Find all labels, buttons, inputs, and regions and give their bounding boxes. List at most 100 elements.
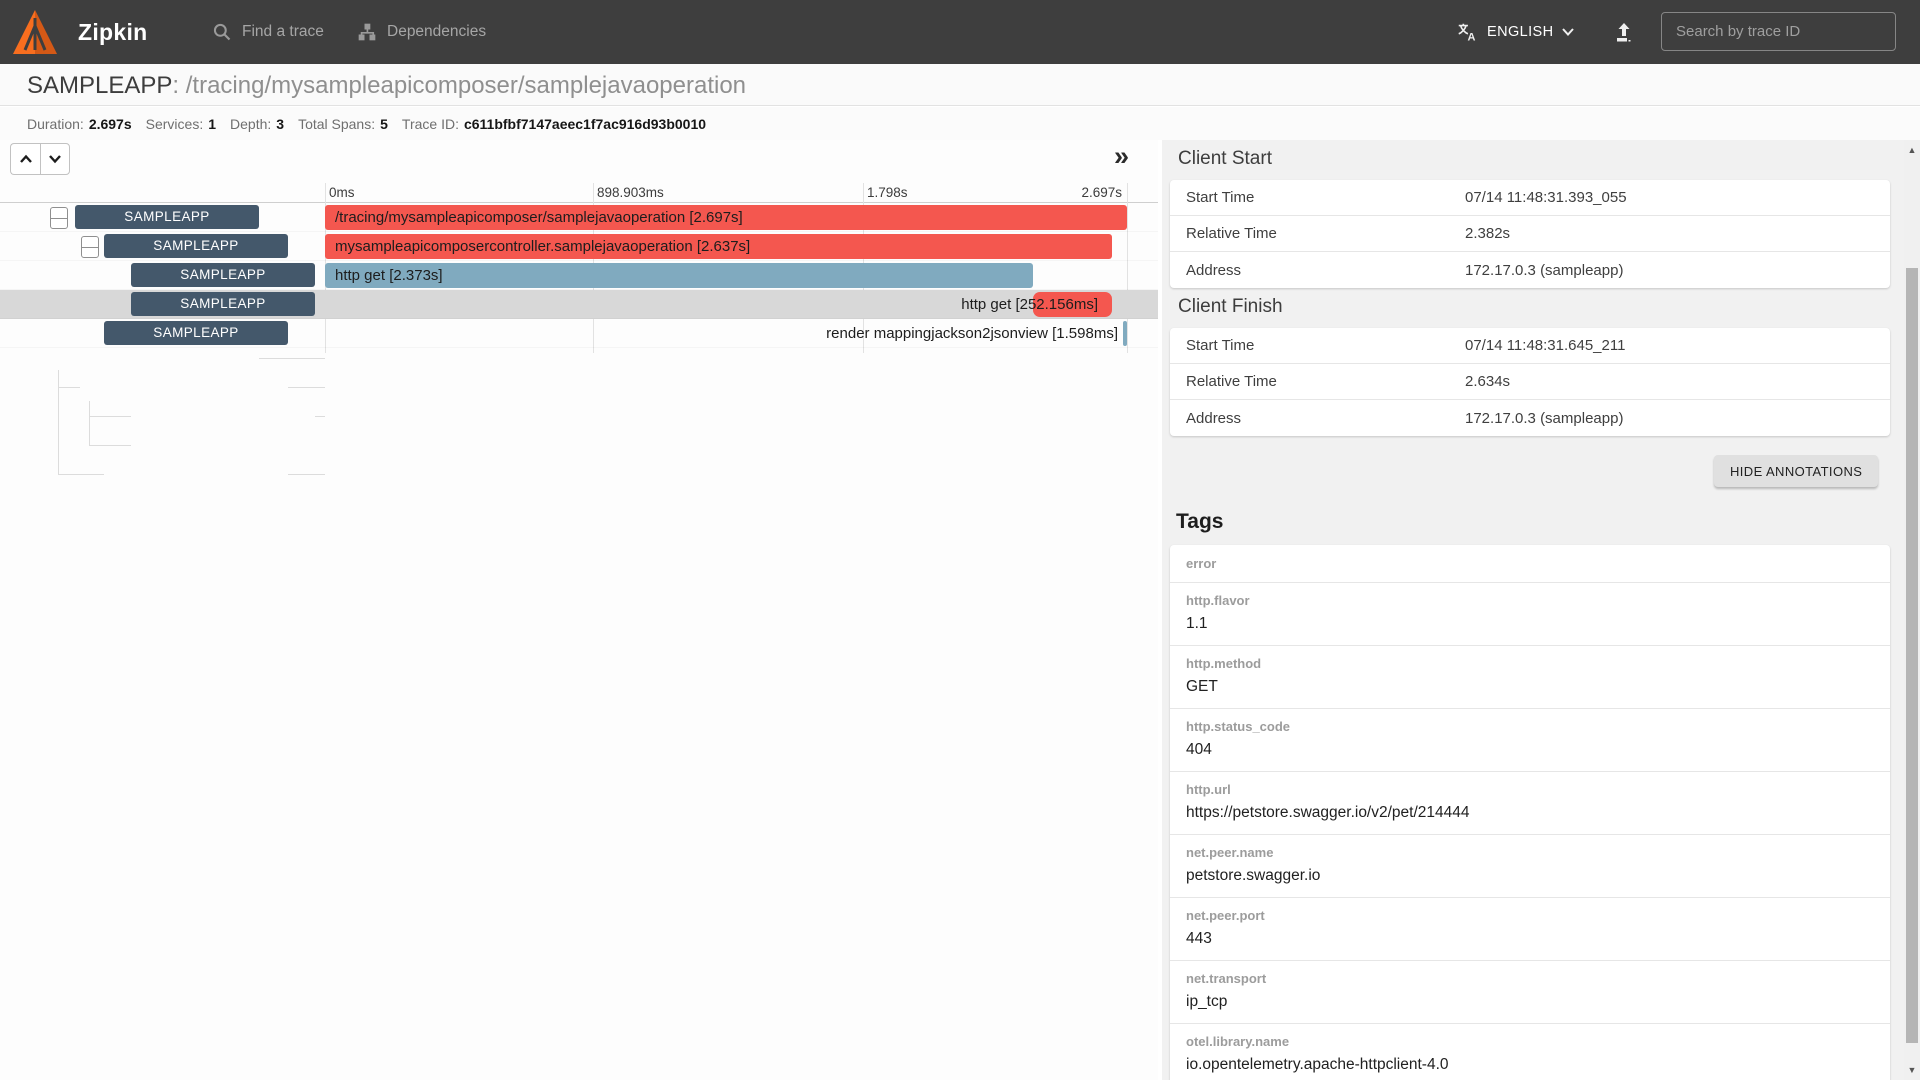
upload-trace-button[interactable]	[1608, 16, 1640, 48]
detail-value: 07/14 11:48:31.393_055	[1465, 189, 1874, 206]
tag-key: http.url	[1186, 781, 1874, 798]
service-badge[interactable]: SAMPLEAPP	[104, 321, 288, 345]
tree-connector	[58, 387, 80, 388]
tag-row: net.transport ip_tcp	[1170, 961, 1890, 1024]
detail-label: Relative Time	[1186, 225, 1465, 242]
timeline-panel: » 0ms 898.903ms 1.798s 2.697s SAMPLEAPP	[0, 140, 1158, 1080]
detail-value: 172.17.0.3 (sampleapp)	[1465, 410, 1874, 427]
scroll-up-arrow-icon[interactable]: ▲	[1904, 142, 1920, 158]
zipkin-app: Zipkin Find a trace Dependencies A ENGLI…	[0, 0, 1920, 1080]
tag-value: 443	[1186, 928, 1874, 949]
span-chart-area: http get [252.156ms]	[325, 290, 1127, 319]
detail-row: Start Time 07/14 11:48:31.645_211	[1170, 328, 1890, 364]
chevron-down-icon	[1562, 28, 1574, 36]
tick-label: 0ms	[329, 185, 355, 200]
tree-connector	[58, 474, 104, 475]
prev-span-button[interactable]	[10, 143, 40, 175]
zipkin-logo-icon[interactable]	[12, 9, 58, 55]
span-label: http get [252.156ms]	[961, 290, 1098, 319]
language-label: ENGLISH	[1487, 24, 1553, 40]
dependencies-icon	[357, 22, 377, 42]
tag-key: net.peer.port	[1186, 907, 1874, 924]
span-chart-area: http get [2.373s]	[325, 261, 1127, 290]
span-chart-area: mysampleapicomposercontroller.samplejava…	[325, 232, 1127, 261]
collapse-toggle-icon[interactable]	[81, 236, 99, 258]
client-finish-card: Start Time 07/14 11:48:31.645_211 Relati…	[1170, 328, 1890, 436]
scroll-down-arrow-icon[interactable]: ▼	[1904, 1062, 1920, 1078]
hide-annotations-button[interactable]: HIDE ANNOTATIONS	[1714, 455, 1878, 487]
tree-connector	[89, 401, 90, 445]
span-row[interactable]: SAMPLEAPP http get [2.373s]	[0, 261, 1158, 290]
vertical-scrollbar[interactable]: ▲ ▼	[1904, 140, 1920, 1080]
tag-value: https://petstore.swagger.io/v2/pet/21444…	[1186, 802, 1874, 823]
next-span-button[interactable]	[40, 143, 70, 175]
translate-icon: A	[1456, 21, 1478, 43]
tree-connector	[259, 358, 325, 359]
span-navigation	[10, 143, 70, 175]
section-title-client-finish: Client Finish	[1178, 296, 1283, 318]
nav-dependencies[interactable]: Dependencies	[357, 0, 486, 64]
chevron-up-icon	[19, 154, 33, 164]
tag-value: ip_tcp	[1186, 991, 1874, 1012]
collapse-toggle-icon[interactable]	[50, 207, 68, 229]
detail-value: 07/14 11:48:31.645_211	[1465, 337, 1874, 354]
tag-value: 404	[1186, 739, 1874, 760]
tag-row: net.peer.port 443	[1170, 898, 1890, 961]
section-title-client-start: Client Start	[1178, 148, 1272, 170]
tag-key: http.status_code	[1186, 718, 1874, 735]
tag-value: io.opentelemetry.apache-httpclient-4.0	[1186, 1054, 1874, 1075]
client-start-card: Start Time 07/14 11:48:31.393_055 Relati…	[1170, 180, 1890, 288]
tags-title: Tags	[1176, 510, 1223, 534]
tag-row: http.flavor 1.1	[1170, 583, 1890, 646]
service-badge[interactable]: SAMPLEAPP	[75, 205, 259, 229]
detail-value: 2.382s	[1465, 225, 1874, 242]
trace-titlebar: SAMPLEAPP: /tracing/mysampleapicomposer/…	[0, 64, 1920, 106]
tag-value: GET	[1186, 676, 1874, 697]
service-badge-label: SAMPLEAPP	[180, 267, 265, 282]
span-label: render mappingjackson2jsonview [1.598ms]	[826, 319, 1118, 348]
tag-key: net.transport	[1186, 970, 1874, 987]
search-icon	[212, 22, 232, 42]
title-separator: :	[172, 72, 185, 99]
span-row[interactable]: SAMPLEAPP /tracing/mysampleapicomposer/s…	[0, 203, 1158, 232]
tree-connector	[89, 416, 131, 417]
tags-card: error http.flavor 1.1 http.method GET ht…	[1170, 545, 1890, 1080]
tree-connector	[288, 474, 325, 475]
span-bar[interactable]	[1123, 321, 1127, 346]
span-chart-area: render mappingjackson2jsonview [1.598ms]	[325, 319, 1127, 348]
tag-value: petstore.swagger.io	[1186, 865, 1874, 886]
trace-stats-bar: Duration:2.697s Services:1 Depth:3 Total…	[0, 107, 1920, 140]
scrollbar-thumb[interactable]	[1906, 268, 1918, 1043]
language-selector[interactable]: A ENGLISH	[1456, 0, 1574, 64]
span-chart-area: /tracing/mysampleapicomposer/samplejavao…	[325, 203, 1127, 232]
tag-row: http.url https://petstore.swagger.io/v2/…	[1170, 772, 1890, 835]
collapse-panel-button[interactable]: »	[1114, 141, 1129, 171]
detail-value: 2.634s	[1465, 373, 1874, 390]
nav-dependencies-label: Dependencies	[387, 23, 486, 41]
service-badge[interactable]: SAMPLEAPP	[104, 234, 288, 258]
span-row-selected[interactable]: SAMPLEAPP http get [252.156ms]	[0, 290, 1158, 319]
detail-label: Address	[1186, 410, 1465, 427]
service-badge[interactable]: SAMPLEAPP	[131, 292, 315, 316]
nav-find-a-trace[interactable]: Find a trace	[212, 0, 324, 64]
svg-text:A: A	[1467, 31, 1475, 43]
brand-title: Zipkin	[78, 0, 148, 64]
span-row[interactable]: SAMPLEAPP mysampleapicomposercontroller.…	[0, 232, 1158, 261]
detail-label: Relative Time	[1186, 373, 1465, 390]
tick-label: 898.903ms	[597, 185, 664, 200]
search-input[interactable]	[1661, 12, 1896, 51]
service-badge[interactable]: SAMPLEAPP	[131, 263, 315, 287]
tag-row: net.peer.name petstore.swagger.io	[1170, 835, 1890, 898]
tag-row: http.status_code 404	[1170, 709, 1890, 772]
detail-row: Address 172.17.0.3 (sampleapp)	[1170, 252, 1890, 288]
service-badge-label: SAMPLEAPP	[153, 325, 238, 340]
span-label: /tracing/mysampleapicomposer/samplejavao…	[335, 203, 743, 232]
span-row[interactable]: SAMPLEAPP render mappingjackson2jsonview…	[0, 319, 1158, 348]
detail-row: Address 172.17.0.3 (sampleapp)	[1170, 400, 1890, 436]
trace-service-name: SAMPLEAPP	[27, 72, 172, 99]
detail-row: Start Time 07/14 11:48:31.393_055	[1170, 180, 1890, 216]
service-badge-label: SAMPLEAPP	[180, 296, 265, 311]
chevron-down-icon	[48, 154, 62, 164]
tag-key: http.method	[1186, 655, 1874, 672]
detail-label: Address	[1186, 262, 1465, 279]
